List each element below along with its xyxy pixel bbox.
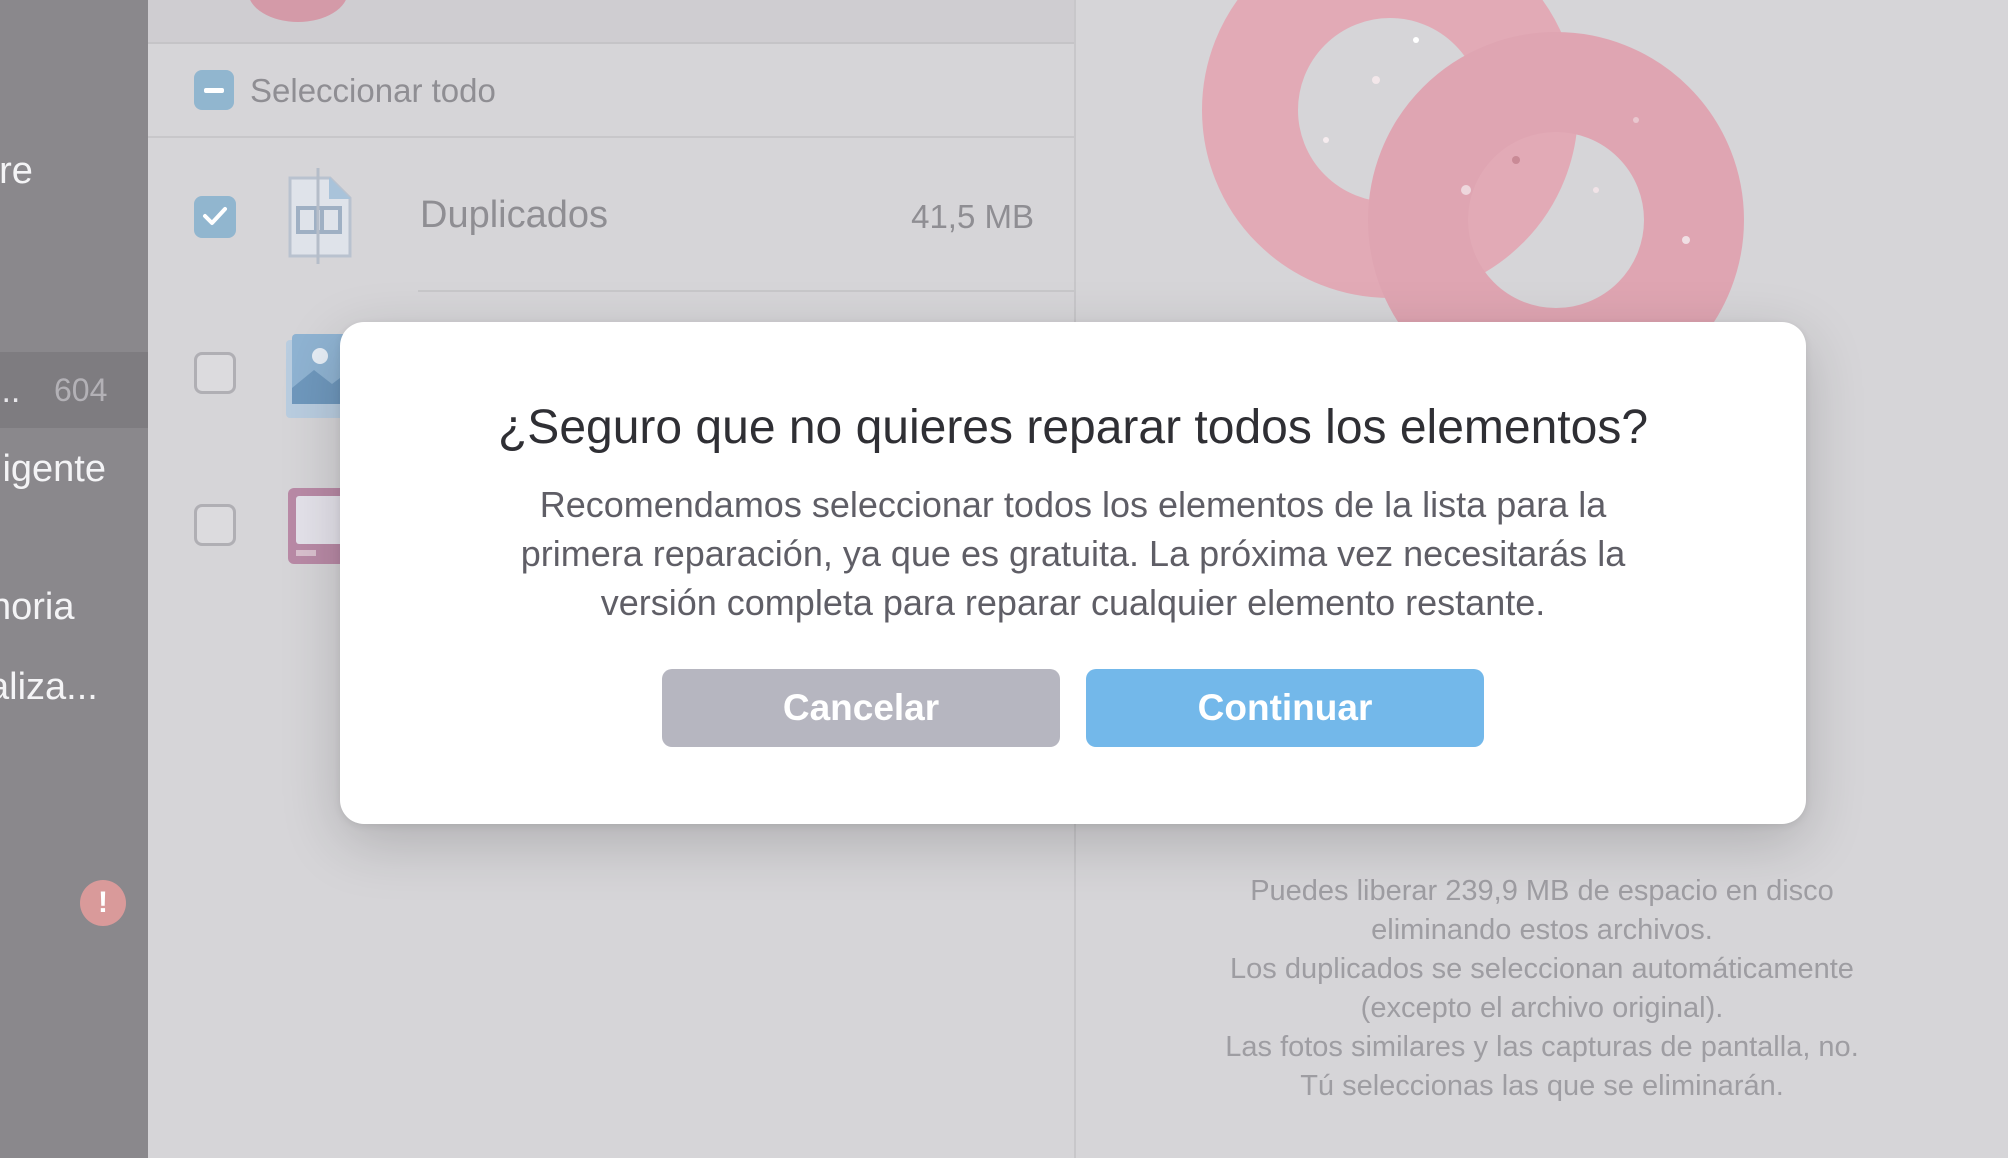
info-line: Tú seleccionas las que se eliminarán. [1300, 1070, 1784, 1102]
dialog-message-line: Recomendamos seleccionar todos los eleme… [539, 484, 1607, 525]
sidebar-item-label: ligente [0, 448, 106, 490]
warning-icon[interactable]: ! [80, 880, 126, 926]
donuts-illustration [1202, 0, 1744, 340]
sidebar-item-count: 604 [54, 372, 108, 408]
app-window: are ... 604 ligente noria aliza... ! Sel… [0, 0, 2008, 1158]
info-text: Puedes liberar 239,9 MB de espacio en di… [1076, 872, 2008, 1106]
sidebar-item-label: are [0, 150, 33, 192]
info-line: Los duplicados se seleccionan automática… [1230, 953, 1854, 985]
row-size: 41,5 MB [911, 198, 1034, 235]
sidebar-item-label: aliza... [0, 666, 98, 708]
sidebar-item-label: ... [0, 372, 21, 410]
dialog-message-line: primera reparación, ya que es gratuita. … [520, 533, 1626, 574]
info-line: (excepto el archivo original). [1360, 992, 1724, 1024]
info-line: eliminando estos archivos. [1371, 914, 1713, 946]
header-illustration [248, 0, 348, 22]
dialog-title: ¿Seguro que no quieres reparar todos los… [497, 401, 1649, 454]
list-item[interactable]: Duplicados 41,5 MB [148, 140, 1074, 290]
sidebar-item-3[interactable]: noria [0, 586, 75, 629]
select-all-checkbox[interactable] [194, 70, 234, 110]
row-checkbox[interactable] [194, 504, 236, 546]
select-all-row[interactable]: Seleccionar todo [148, 44, 1074, 138]
dialog-message-line: versión completa para reparar cualquier … [600, 582, 1546, 623]
row-name: Duplicados [420, 194, 608, 236]
confirm-dialog: ¿Seguro que no quieres reparar todos los… [340, 322, 1806, 824]
cancel-button[interactable]: Cancelar [662, 669, 1060, 747]
sidebar-item-label: noria [0, 586, 75, 628]
list-header [148, 0, 1074, 44]
select-all-label: Seleccionar todo [250, 72, 496, 109]
info-line: Puedes liberar 239,9 MB de espacio en di… [1250, 875, 1834, 907]
sidebar-item-2[interactable]: ligente [0, 448, 106, 491]
sidebar-item-0[interactable]: are [0, 150, 33, 193]
row-divider [418, 290, 1074, 292]
row-checkbox[interactable] [194, 196, 236, 238]
checkmark-icon [203, 207, 227, 225]
continue-button[interactable]: Continuar [1086, 669, 1484, 747]
sidebar-item-4[interactable]: aliza... [0, 666, 98, 709]
info-line: Las fotos similares y las capturas de pa… [1225, 1031, 1859, 1063]
duplicates-icon [288, 168, 352, 264]
row-checkbox[interactable] [194, 352, 236, 394]
minus-icon [204, 87, 224, 93]
sidebar: are ... 604 ligente noria aliza... ! [0, 0, 148, 1158]
dialog-message: Recomendamos seleccionar todos los eleme… [450, 480, 1696, 627]
